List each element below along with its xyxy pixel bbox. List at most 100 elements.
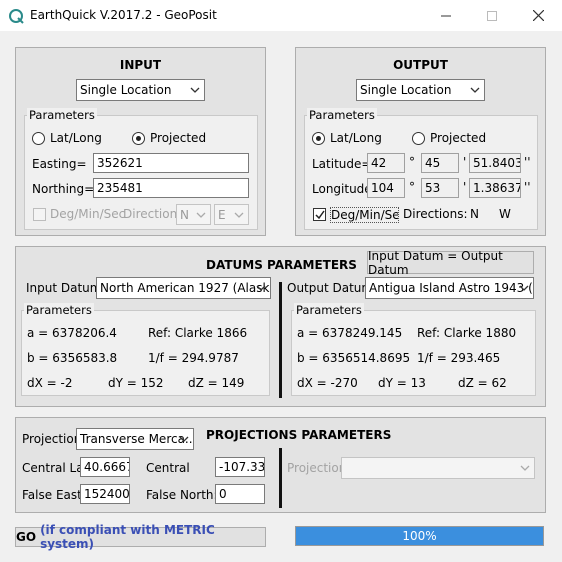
progress-bar: 100% [295,526,544,546]
easting-input[interactable]: 352621 [93,153,249,173]
chevron-down-icon [234,212,244,218]
close-icon [532,10,544,21]
input-projected-label: Projected [150,131,207,145]
input-degminsec-checkbox[interactable] [33,208,46,221]
second-symbol: '' [524,155,531,169]
datums-header: DATUMS PARAMETERS [206,258,357,272]
input-projected-radio[interactable] [132,132,145,145]
input-datum-f: 1/f = 294.9787 [148,351,239,365]
output-params-label: Parameters [307,108,377,122]
output-datum-a: a = 6378249.145 [297,326,403,340]
output-panel: OUTPUT Single Location Parameters Lat/Lo… [295,47,546,236]
input-equals-output-label: Input Datum = Output Datum [368,248,503,277]
easting-label: Easting= [32,157,87,171]
output-projected-radio[interactable] [412,132,425,145]
output-mode-select[interactable]: Single Location [356,79,485,101]
projections-panel: Projection: Transverse Merca... PROJECTI… [15,417,546,513]
minute-symbol: ' [463,180,467,194]
input-projection-value: Transverse Merca... [80,432,194,446]
northing-input[interactable]: 235481 [93,178,249,198]
input-datum-value: North American 1927 (Alask... [100,281,271,295]
false-north-label: False North: [146,488,218,502]
false-east-input[interactable]: 152400 [80,484,130,504]
output-datum-dy: dY = 13 [378,376,426,390]
title-bar: EarthQuick V.2017.2 - GeoPosit [0,0,562,31]
input-parameters-group: Parameters Lat/Long Projected Easting= 3… [24,108,258,230]
input-direction-ns-select[interactable]: N [176,204,211,225]
input-datum-select[interactable]: North American 1927 (Alask... [96,277,271,299]
chevron-down-icon [256,285,266,291]
datums-panel: DATUMS PARAMETERS Input Datum = Output D… [15,246,546,407]
latitude-seconds-field[interactable]: 51.84039 [469,153,521,173]
input-degminsec-label: Deg/Min/Sec [50,207,126,221]
chevron-down-icon [190,87,200,93]
input-dir-ns-value: N [180,207,189,222]
input-params-label: Parameters [27,108,97,122]
longitude-minutes-field[interactable]: 53 [421,178,459,198]
output-latlong-label: Lat/Long [330,131,382,145]
output-degminsec-checkbox[interactable] [313,208,326,221]
input-mode-select[interactable]: Single Location [76,79,205,101]
input-projection-select[interactable]: Transverse Merca... [76,428,194,450]
input-panel: INPUT Single Location Parameters Lat/Lon… [15,47,266,236]
go-button[interactable]: GO (if compliant with METRIC system) [15,523,266,551]
input-datum-label: Input Datum: [26,281,106,295]
chevron-down-icon [196,212,206,218]
input-equals-output-datum-button[interactable]: Input Datum = Output Datum [367,248,534,277]
input-datum-dz: dZ = 149 [188,376,245,390]
input-datum-a: a = 6378206.4 [27,326,117,340]
output-datum-params-label: Parameters [294,303,364,317]
input-datum-parameters-group: Parameters a = 6378206.4 Ref: Clarke 186… [21,303,270,396]
output-datum-select[interactable]: Antigua Island Astro 1943 (... [365,277,534,299]
chevron-down-icon [520,465,530,471]
output-datum-label: Output Datum: [287,281,378,295]
minimize-button[interactable] [423,0,469,31]
chevron-down-icon [179,436,189,442]
output-direction-ew: W [499,207,511,221]
longitude-degrees-field[interactable]: 104 [367,178,405,198]
second-symbol: '' [524,180,531,194]
false-north-input[interactable]: 0 [215,484,265,504]
minute-symbol: ' [463,155,467,169]
input-datum-params-label: Parameters [24,303,94,317]
output-datum-ref: Ref: Clarke 1880 [417,326,517,340]
maximize-button[interactable] [469,0,515,31]
input-latlong-radio[interactable] [32,132,45,145]
input-datum-dy: dY = 152 [108,376,164,390]
latitude-label: Latitude= [312,157,372,171]
window-title: EarthQuick V.2017.2 - GeoPosit [30,8,217,22]
degree-symbol: ° [409,180,415,194]
output-datum-f: 1/f = 293.465 [417,351,501,365]
output-directions-label: Directions: [403,207,468,221]
output-direction-ns: N [470,207,479,221]
output-header: OUTPUT [393,58,448,72]
central-input[interactable]: -107.3333 [215,457,265,477]
input-datum-dx: dX = -2 [27,376,73,390]
checkmark-icon [315,210,325,220]
central-lat-input[interactable]: 40.6667 [80,457,130,477]
output-datum-b: b = 6356514.8695 [297,351,411,365]
latitude-degrees-field[interactable]: 42 [367,153,405,173]
input-dir-ew-value: E [218,207,226,222]
chevron-down-icon [470,87,480,93]
datums-divider [279,282,282,398]
maximize-icon [487,10,497,21]
output-mode-value: Single Location [360,83,452,97]
output-latlong-radio[interactable] [312,132,325,145]
input-datum-b: b = 6356583.8 [27,351,118,365]
app-logo-icon [9,9,24,24]
output-degminsec-label: Deg/Min/Sec [330,207,399,223]
input-direction-ew-select[interactable]: E [214,204,249,225]
input-datum-ref: Ref: Clarke 1866 [148,326,248,340]
projections-header: PROJECTIONS PARAMETERS [206,428,392,442]
latitude-minutes-field[interactable]: 45 [421,153,459,173]
output-datum-value: Antigua Island Astro 1943 (... [369,281,534,295]
output-projection-select[interactable] [341,457,535,479]
minimize-icon [441,15,451,16]
longitude-seconds-field[interactable]: 1.386372 [469,178,521,198]
close-button[interactable] [515,0,561,31]
output-datum-dx: dX = -270 [297,376,358,390]
projections-divider [279,448,282,508]
northing-label: Northing= [32,182,95,196]
go-note: (if compliant with METRIC system) [40,523,215,551]
